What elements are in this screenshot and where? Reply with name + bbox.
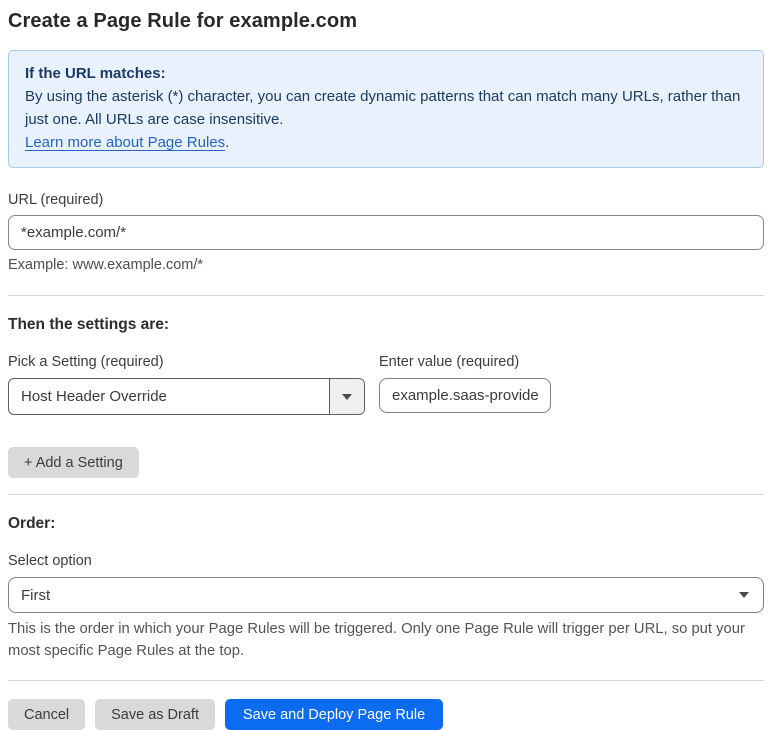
info-box-body: By using the asterisk (*) character, you… — [25, 88, 741, 128]
order-select[interactable]: First — [8, 577, 764, 613]
add-setting-button[interactable]: + Add a Setting — [8, 447, 139, 478]
learn-more-link[interactable]: Learn more about Page Rules — [25, 134, 225, 151]
url-example-helper: Example: www.example.com/* — [8, 257, 204, 273]
settings-row: Pick a Setting (required) Host Header Ov… — [8, 330, 764, 415]
order-selected-value: First — [21, 586, 51, 604]
chevron-down-icon — [342, 393, 352, 400]
save-as-draft-button[interactable]: Save as Draft — [95, 699, 215, 730]
create-page-rule-form: Create a Page Rule for example.com If th… — [0, 0, 772, 730]
footer-actions: Cancel Save as Draft Save and Deploy Pag… — [8, 699, 764, 730]
pick-setting-select[interactable]: Host Header Override — [8, 378, 365, 415]
save-and-deploy-button[interactable]: Save and Deploy Page Rule — [224, 699, 444, 730]
enter-value-input[interactable] — [379, 378, 551, 413]
divider — [8, 494, 764, 495]
pick-setting-label: Pick a Setting (required) — [8, 354, 164, 370]
pick-setting-arrow-button[interactable] — [329, 379, 364, 414]
order-label: Select option — [8, 553, 92, 569]
link-period: . — [225, 134, 230, 151]
pick-setting-column: Pick a Setting (required) Host Header Ov… — [8, 330, 365, 415]
url-match-info-box: If the URL matches: By using the asteris… — [8, 50, 764, 168]
info-box-link-line: Learn more about Page Rules. — [25, 131, 747, 154]
cancel-button[interactable]: Cancel — [8, 699, 86, 730]
divider — [8, 680, 764, 681]
url-input[interactable] — [8, 215, 764, 250]
enter-value-column: Enter value (required) — [379, 340, 551, 415]
order-helper-text: This is the order in which your Page Rul… — [8, 621, 745, 659]
info-box-heading: If the URL matches: — [25, 65, 166, 82]
divider — [8, 295, 764, 296]
page-title: Create a Page Rule for example.com — [8, 10, 358, 32]
enter-value-label: Enter value (required) — [379, 354, 520, 370]
url-label: URL (required) — [8, 192, 104, 208]
pick-setting-selected-value: Host Header Override — [21, 388, 167, 405]
order-section-heading: Order: — [8, 515, 56, 532]
chevron-down-icon — [739, 592, 749, 598]
